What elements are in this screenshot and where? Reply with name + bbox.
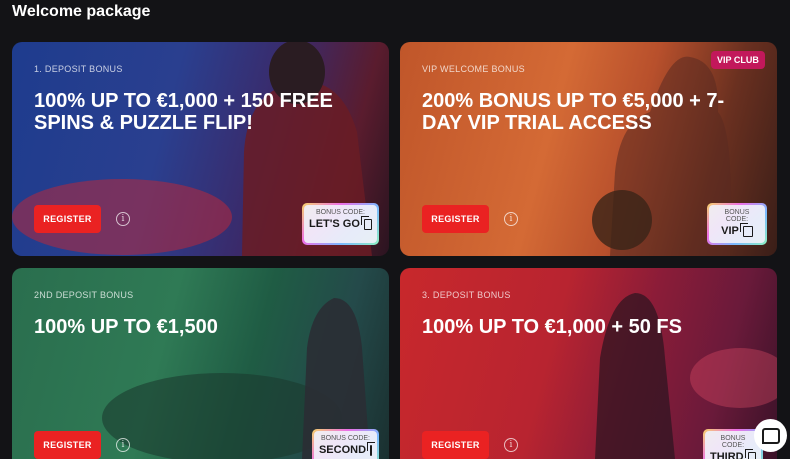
bonus-code-value: SECOND [318, 444, 367, 456]
bonus-code-value: LET'S GO [309, 218, 360, 230]
info-icon[interactable]: i [116, 438, 130, 452]
bonus-card-3: 2ND DEPOSIT BONUS 100% UP TO €1,500 REGI… [12, 268, 389, 459]
bonus-label: 3. DEPOSIT BONUS [422, 290, 511, 300]
bonus-headline: 100% UP TO €1,000 + 150 FREE SPINS & PUZ… [34, 90, 333, 134]
copy-icon[interactable] [744, 448, 756, 459]
bonus-card-1: 1. DEPOSIT BONUS 100% UP TO €1,000 + 150… [12, 42, 389, 256]
bonus-label: 1. DEPOSIT BONUS [34, 64, 123, 74]
bonus-code-value: VIP [721, 225, 739, 237]
copy-icon[interactable] [360, 215, 372, 230]
copy-icon[interactable] [367, 441, 376, 456]
register-button[interactable]: REGISTER [34, 205, 101, 233]
register-button[interactable]: REGISTER [422, 205, 489, 233]
bonus-code-box[interactable]: BONUS CODE: VIP [707, 203, 767, 245]
bonus-card-2: VIP CLUB VIP WELCOME BONUS 200% BONUS UP… [400, 42, 777, 256]
vip-club-badge: VIP CLUB [711, 51, 765, 69]
register-button[interactable]: REGISTER [422, 431, 489, 459]
info-icon[interactable]: i [504, 438, 518, 452]
bonus-label: VIP WELCOME BONUS [422, 64, 525, 74]
bonus-card-4: 3. DEPOSIT BONUS 100% UP TO €1,000 + 50 … [400, 268, 777, 459]
bonus-code-box[interactable]: BONUS CODE: LET'S GO [302, 203, 379, 245]
bonus-headline: 200% BONUS UP TO €5,000 + 7-DAY VIP TRIA… [422, 90, 725, 134]
bonus-headline: 100% UP TO €1,000 + 50 FS [422, 316, 682, 338]
copy-icon[interactable] [739, 222, 753, 237]
bonus-code-value: THIRD [710, 451, 744, 459]
bonus-code-caption: BONUS CODE: [724, 209, 750, 223]
bonus-label: 2ND DEPOSIT BONUS [34, 290, 134, 300]
bonus-headline: 100% UP TO €1,500 [34, 316, 218, 338]
bonus-code-box[interactable]: BONUS CODE: SECOND [312, 429, 379, 459]
chat-button[interactable] [754, 419, 787, 452]
info-icon[interactable]: i [116, 212, 130, 226]
bonus-code-caption: BONUS CODE: [720, 435, 746, 449]
bonus-code-caption: BONUS CODE: [320, 435, 370, 442]
page-title: Welcome package [12, 3, 151, 20]
register-button[interactable]: REGISTER [34, 431, 101, 459]
chat-icon [761, 427, 780, 444]
info-icon[interactable]: i [504, 212, 518, 226]
